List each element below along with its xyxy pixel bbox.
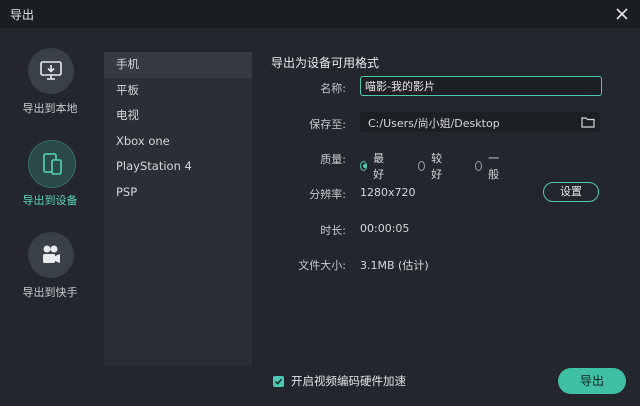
resolution-value: 1280x720 [360, 186, 416, 199]
nav-label: 导出到快手 [22, 286, 78, 299]
checkbox-checked-icon [273, 375, 284, 387]
radio-label: 最好 [373, 152, 385, 181]
devices-icon [28, 140, 76, 188]
device-item-xbox[interactable]: Xbox one [104, 129, 252, 155]
radio-dot [360, 161, 368, 171]
device-item-tablet[interactable]: 平板 [104, 78, 252, 104]
hw-accel-checkbox[interactable]: 开启视频编码硬件加速 [273, 373, 406, 389]
quality-best-radio[interactable]: 最好 [360, 150, 387, 182]
duration-label: 时长: [320, 224, 346, 237]
device-item-phone[interactable]: 手机 [104, 52, 252, 78]
form-title: 导出为设备可用格式 [271, 56, 380, 70]
export-button[interactable]: 导出 [558, 368, 626, 394]
device-item-ps4[interactable]: PlayStation 4 [104, 154, 252, 180]
nav-export-local[interactable]: 导出到本地 [0, 48, 100, 128]
duration-value: 00:00:05 [360, 222, 410, 235]
nav-label: 导出到设备 [22, 194, 78, 207]
save-path-label: 保存至: [309, 118, 346, 131]
filesize-value: 3.1MB (估计) [360, 259, 429, 272]
nav-label: 导出到本地 [22, 102, 78, 115]
quality-good-radio[interactable]: 较好 [418, 150, 445, 182]
device-list: 手机 平板 电视 Xbox one PlayStation 4 PSP [104, 52, 252, 366]
device-item-tv[interactable]: 电视 [104, 103, 252, 129]
save-path-value: C:/Users/尚小姐/Desktop [368, 117, 500, 130]
device-item-psp[interactable]: PSP [104, 180, 252, 206]
nav-export-kuaishou[interactable]: 导出到快手 [0, 232, 100, 312]
quality-normal-radio[interactable]: 一般 [475, 150, 502, 182]
name-input[interactable] [360, 76, 602, 96]
radio-dot [475, 161, 483, 171]
window-title: 导出 [10, 8, 35, 22]
close-icon [616, 8, 628, 20]
title-bar: 导出 [0, 0, 640, 28]
radio-label: 一般 [488, 152, 500, 181]
settings-button[interactable]: 设置 [543, 182, 599, 202]
folder-icon[interactable] [580, 114, 596, 130]
export-target-sidebar: 导出到本地 导出到设备 导出到快手 [0, 28, 100, 406]
resolution-label: 分辨率: [309, 188, 346, 201]
save-path-field[interactable]: C:/Users/尚小姐/Desktop [360, 112, 600, 132]
monitor-download-icon [28, 48, 74, 94]
nav-export-device[interactable]: 导出到设备 [0, 140, 100, 220]
radio-label: 较好 [431, 152, 443, 181]
radio-dot [418, 161, 426, 171]
name-label: 名称: [320, 82, 346, 95]
filesize-label: 文件大小: [298, 259, 346, 272]
close-button[interactable] [612, 4, 632, 24]
film-camera-icon [28, 232, 74, 278]
quality-label: 质量: [320, 153, 346, 166]
hw-accel-label: 开启视频编码硬件加速 [291, 374, 406, 388]
